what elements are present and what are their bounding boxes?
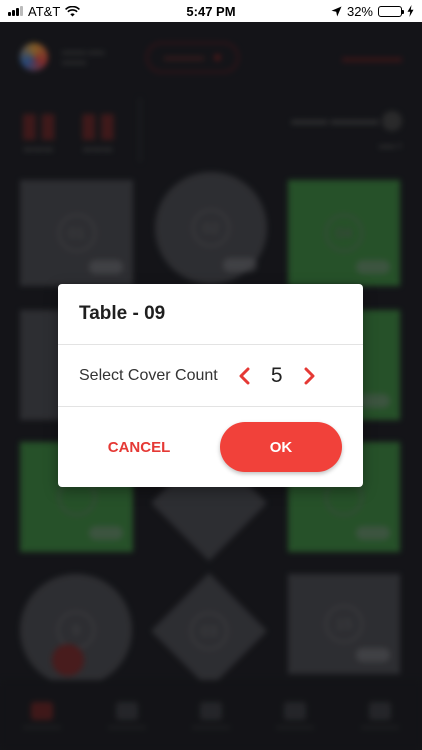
cover-count-stepper: 5 — [232, 363, 322, 389]
status-right: 32% — [331, 4, 414, 19]
battery-icon — [378, 5, 404, 17]
status-bar: AT&T 5:47 PM 32% — [0, 0, 422, 22]
ok-button[interactable]: OK — [220, 422, 342, 472]
status-left: AT&T — [8, 3, 81, 19]
dialog-actions: CANCEL OK — [58, 407, 363, 487]
dialog-title: Table - 09 — [58, 284, 363, 345]
chevron-left-icon — [239, 367, 250, 384]
carrier-name: AT&T — [28, 3, 61, 19]
cover-count-dialog: Table - 09 Select Cover Count 5 CANCEL O… — [58, 284, 363, 487]
decrement-button[interactable] — [232, 363, 258, 389]
battery-percent: 32% — [346, 3, 373, 19]
cancel-button[interactable]: CANCEL — [58, 439, 220, 456]
cover-count-row: Select Cover Count 5 — [58, 345, 363, 407]
increment-button[interactable] — [296, 363, 322, 389]
charging-bolt-icon — [407, 5, 414, 17]
cover-count-label: Select Cover Count — [79, 366, 218, 384]
chevron-right-icon — [304, 367, 315, 384]
cellular-signal-icon — [8, 6, 23, 16]
cover-count-value: 5 — [270, 363, 283, 387]
wifi-icon — [65, 5, 81, 16]
location-arrow-icon — [331, 6, 342, 16]
